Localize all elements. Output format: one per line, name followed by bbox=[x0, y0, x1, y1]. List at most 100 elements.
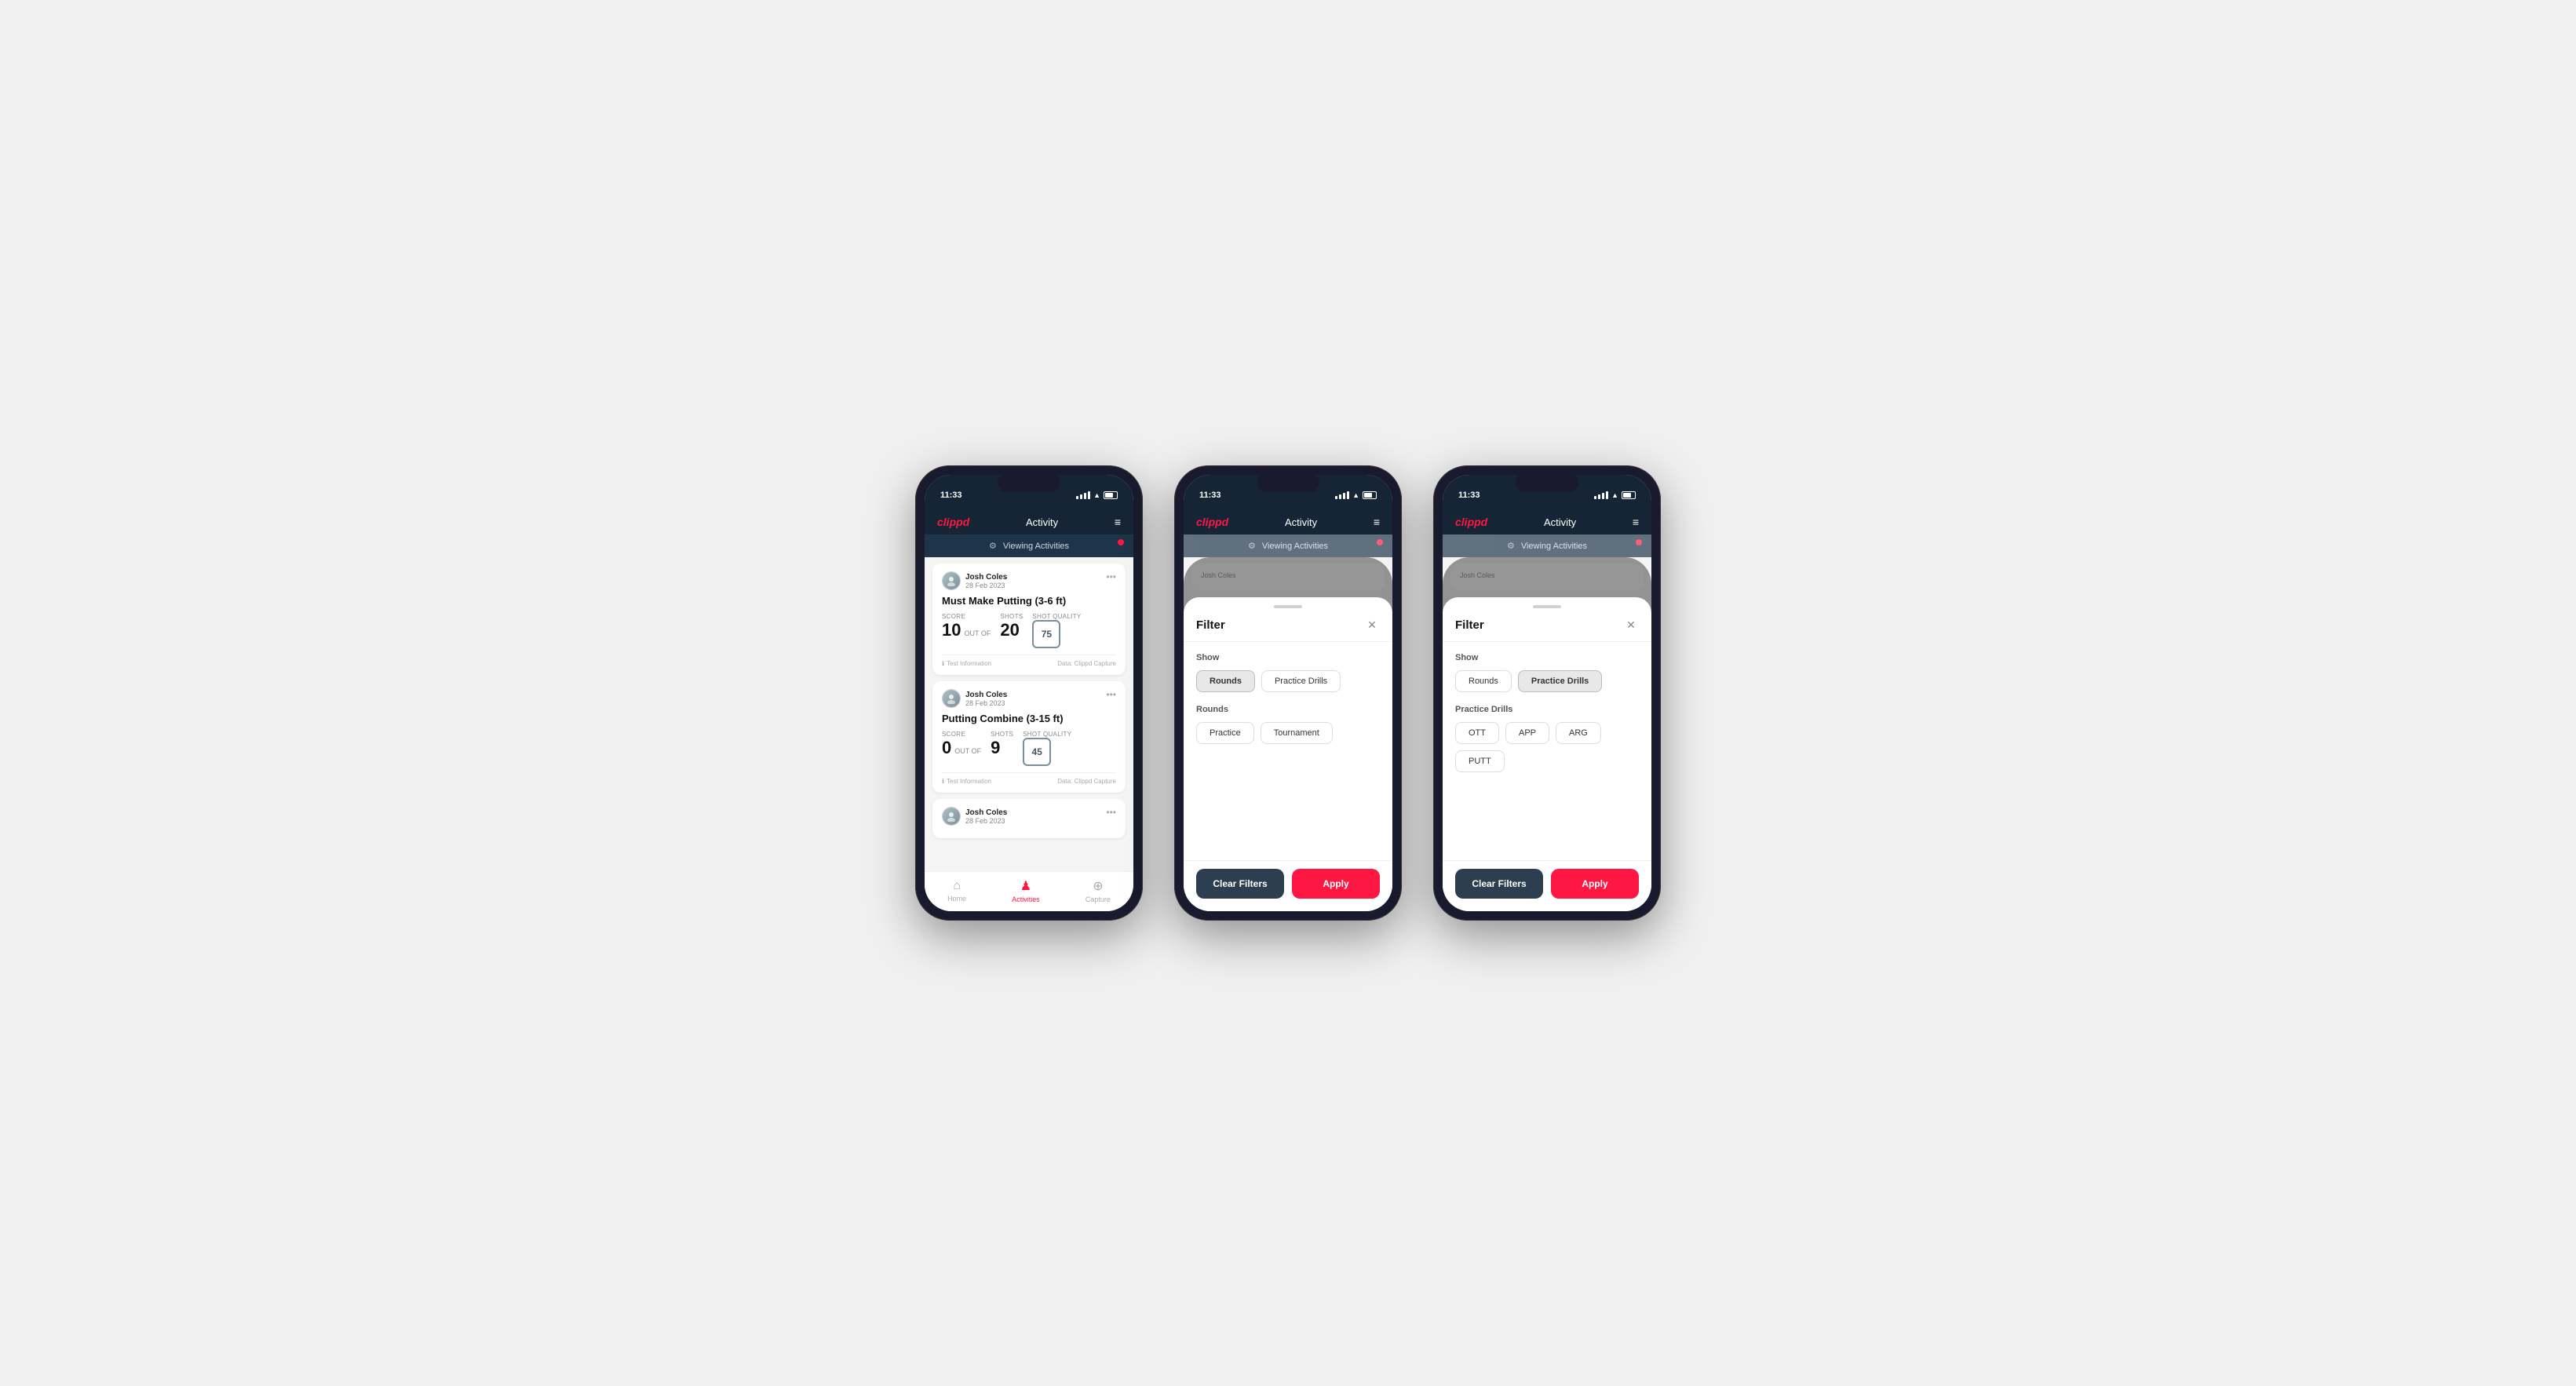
nav-item-capture-1[interactable]: ⊕ Capture bbox=[1085, 878, 1111, 903]
more-icon-3[interactable]: ••• bbox=[1106, 807, 1116, 818]
capture-label-1: Capture bbox=[1085, 895, 1111, 903]
hamburger-icon-1[interactable]: ≡ bbox=[1115, 516, 1121, 528]
dynamic-island bbox=[998, 473, 1060, 492]
filter-rounds-3[interactable]: Rounds bbox=[1455, 670, 1512, 692]
battery-icon-3 bbox=[1622, 491, 1636, 499]
dynamic-island-3 bbox=[1516, 473, 1578, 492]
sq-label-1: Shot Quality bbox=[1032, 613, 1081, 620]
phone-2: 11:33 ▲ clippd Activity bbox=[1174, 465, 1402, 921]
signal-bars-2 bbox=[1335, 491, 1349, 499]
hamburger-icon-3[interactable]: ≡ bbox=[1633, 516, 1639, 528]
status-icons-1: ▲ bbox=[1076, 491, 1118, 499]
shots-value-2: 9 bbox=[991, 738, 1013, 758]
close-button-2[interactable]: ✕ bbox=[1364, 618, 1380, 633]
filter-sheet-2: Filter ✕ Show Rounds Practice Drills Rou… bbox=[1184, 597, 1392, 911]
score-group-2: Score 0 OUT OF bbox=[942, 731, 981, 758]
viewing-bar-2[interactable]: ⚙ Viewing Activities bbox=[1184, 534, 1392, 557]
user-date-3: 28 Feb 2023 bbox=[965, 817, 1007, 825]
more-icon-2[interactable]: ••• bbox=[1106, 689, 1116, 700]
user-info-2: Josh Coles 28 Feb 2023 bbox=[942, 689, 1007, 708]
rounds-label-2: Rounds bbox=[1196, 705, 1380, 714]
filter-arg-3[interactable]: ARG bbox=[1556, 722, 1601, 744]
filter-practice-2[interactable]: Practice bbox=[1196, 722, 1254, 744]
apply-button-3[interactable]: Apply bbox=[1551, 869, 1639, 899]
score-group-1: Score 10 OUT OF bbox=[942, 613, 991, 640]
filter-icon-2: ⚙ bbox=[1248, 541, 1256, 551]
clear-filters-button-3[interactable]: Clear Filters bbox=[1455, 869, 1543, 899]
score-inline-2: 0 OUT OF bbox=[942, 738, 981, 758]
filter-icon-1: ⚙ bbox=[989, 541, 997, 551]
logo-3: clippd bbox=[1455, 516, 1487, 528]
filter-ott-3[interactable]: OTT bbox=[1455, 722, 1499, 744]
show-label-2: Show bbox=[1196, 653, 1380, 662]
logo-2: clippd bbox=[1196, 516, 1228, 528]
filter-icon-3: ⚙ bbox=[1507, 541, 1515, 551]
card-header-2: Josh Coles 28 Feb 2023 ••• bbox=[942, 689, 1116, 708]
nav-item-home-1[interactable]: ⌂ Home bbox=[947, 879, 966, 903]
card-header-1: Josh Coles 28 Feb 2023 ••• bbox=[942, 571, 1116, 590]
user-details-3: Josh Coles 28 Feb 2023 bbox=[965, 808, 1007, 825]
avatar-3 bbox=[942, 807, 961, 826]
sheet-footer-2: Clear Filters Apply bbox=[1184, 860, 1392, 899]
notification-dot-1 bbox=[1118, 539, 1124, 545]
shots-value-1: 20 bbox=[1000, 620, 1023, 640]
status-time-3: 11:33 bbox=[1458, 491, 1480, 500]
app-header-3: clippd Activity ≡ bbox=[1443, 509, 1651, 534]
battery-icon-2 bbox=[1363, 491, 1377, 499]
filter-sheet-3: Filter ✕ Show Rounds Practice Drills Pra… bbox=[1443, 597, 1651, 911]
bottom-nav-1: ⌂ Home ♟ Activities ⊕ Capture bbox=[925, 871, 1133, 911]
logo-1: clippd bbox=[937, 516, 969, 528]
capture-icon-1: ⊕ bbox=[1093, 878, 1103, 894]
close-button-3[interactable]: ✕ bbox=[1623, 618, 1639, 633]
card-header-3: Josh Coles 28 Feb 2023 ••• bbox=[942, 807, 1116, 826]
nav-item-activities-1[interactable]: ♟ Activities bbox=[1012, 878, 1040, 903]
show-options-2: Rounds Practice Drills bbox=[1196, 670, 1380, 692]
activity-card-1[interactable]: Josh Coles 28 Feb 2023 ••• Must Make Put… bbox=[932, 564, 1126, 675]
card-footer-1: ℹ Test Information Data: Clippd Capture bbox=[942, 655, 1116, 667]
nav-title-1: Activity bbox=[1026, 516, 1058, 528]
user-info-1: Josh Coles 28 Feb 2023 bbox=[942, 571, 1007, 590]
user-date-1: 28 Feb 2023 bbox=[965, 582, 1007, 589]
viewing-bar-1[interactable]: ⚙ Viewing Activities bbox=[925, 534, 1133, 557]
status-icons-3: ▲ bbox=[1594, 491, 1636, 499]
score-inline-1: 10 OUT OF bbox=[942, 620, 991, 640]
sq-badge-2: 45 bbox=[1023, 738, 1051, 766]
filter-practice-drills-2[interactable]: Practice Drills bbox=[1261, 670, 1341, 692]
avatar-2 bbox=[942, 689, 961, 708]
status-icons-2: ▲ bbox=[1335, 491, 1377, 499]
shots-group-2: Shots 9 bbox=[991, 731, 1013, 758]
battery-icon-1 bbox=[1104, 491, 1118, 499]
viewing-text-3: Viewing Activities bbox=[1521, 542, 1587, 551]
show-options-3: Rounds Practice Drills bbox=[1455, 670, 1639, 692]
sheet-body-2: Show Rounds Practice Drills Rounds Pract… bbox=[1184, 642, 1392, 860]
info-label-2: ℹ Test Information bbox=[942, 778, 991, 785]
more-icon-1[interactable]: ••• bbox=[1106, 571, 1116, 582]
user-name-1: Josh Coles bbox=[965, 573, 1007, 582]
show-label-3: Show bbox=[1455, 653, 1639, 662]
viewing-bar-3[interactable]: ⚙ Viewing Activities bbox=[1443, 534, 1651, 557]
info-label-1: ℹ Test Information bbox=[942, 660, 991, 667]
phone-3: 11:33 ▲ clippd Activity bbox=[1433, 465, 1661, 921]
activity-card-3[interactable]: Josh Coles 28 Feb 2023 ••• bbox=[932, 799, 1126, 838]
shots-label-2: Shots bbox=[991, 731, 1013, 738]
user-info-3: Josh Coles 28 Feb 2023 bbox=[942, 807, 1007, 826]
activity-list-1: Josh Coles 28 Feb 2023 ••• Must Make Put… bbox=[925, 557, 1133, 871]
sheet-footer-3: Clear Filters Apply bbox=[1443, 860, 1651, 899]
hamburger-icon-2[interactable]: ≡ bbox=[1374, 516, 1380, 528]
phone-1: 11:33 ▲ clippd Activity bbox=[915, 465, 1143, 921]
clear-filters-button-2[interactable]: Clear Filters bbox=[1196, 869, 1284, 899]
sheet-title-2: Filter bbox=[1196, 618, 1225, 632]
notification-dot-3 bbox=[1636, 539, 1642, 545]
filter-practice-drills-3[interactable]: Practice Drills bbox=[1518, 670, 1602, 692]
filter-rounds-2[interactable]: Rounds bbox=[1196, 670, 1255, 692]
data-label-2: Data: Clippd Capture bbox=[1057, 778, 1116, 785]
filter-tournament-2[interactable]: Tournament bbox=[1261, 722, 1333, 744]
status-time-2: 11:33 bbox=[1199, 491, 1221, 500]
filter-app-3[interactable]: APP bbox=[1505, 722, 1549, 744]
shots-group-1: Shots 20 bbox=[1000, 613, 1023, 640]
filter-putt-3[interactable]: PUTT bbox=[1455, 750, 1505, 772]
activities-icon-1: ♟ bbox=[1020, 878, 1031, 894]
apply-button-2[interactable]: Apply bbox=[1292, 869, 1380, 899]
rounds-options-2: Practice Tournament bbox=[1196, 722, 1380, 744]
activity-card-2[interactable]: Josh Coles 28 Feb 2023 ••• Putting Combi… bbox=[932, 681, 1126, 793]
